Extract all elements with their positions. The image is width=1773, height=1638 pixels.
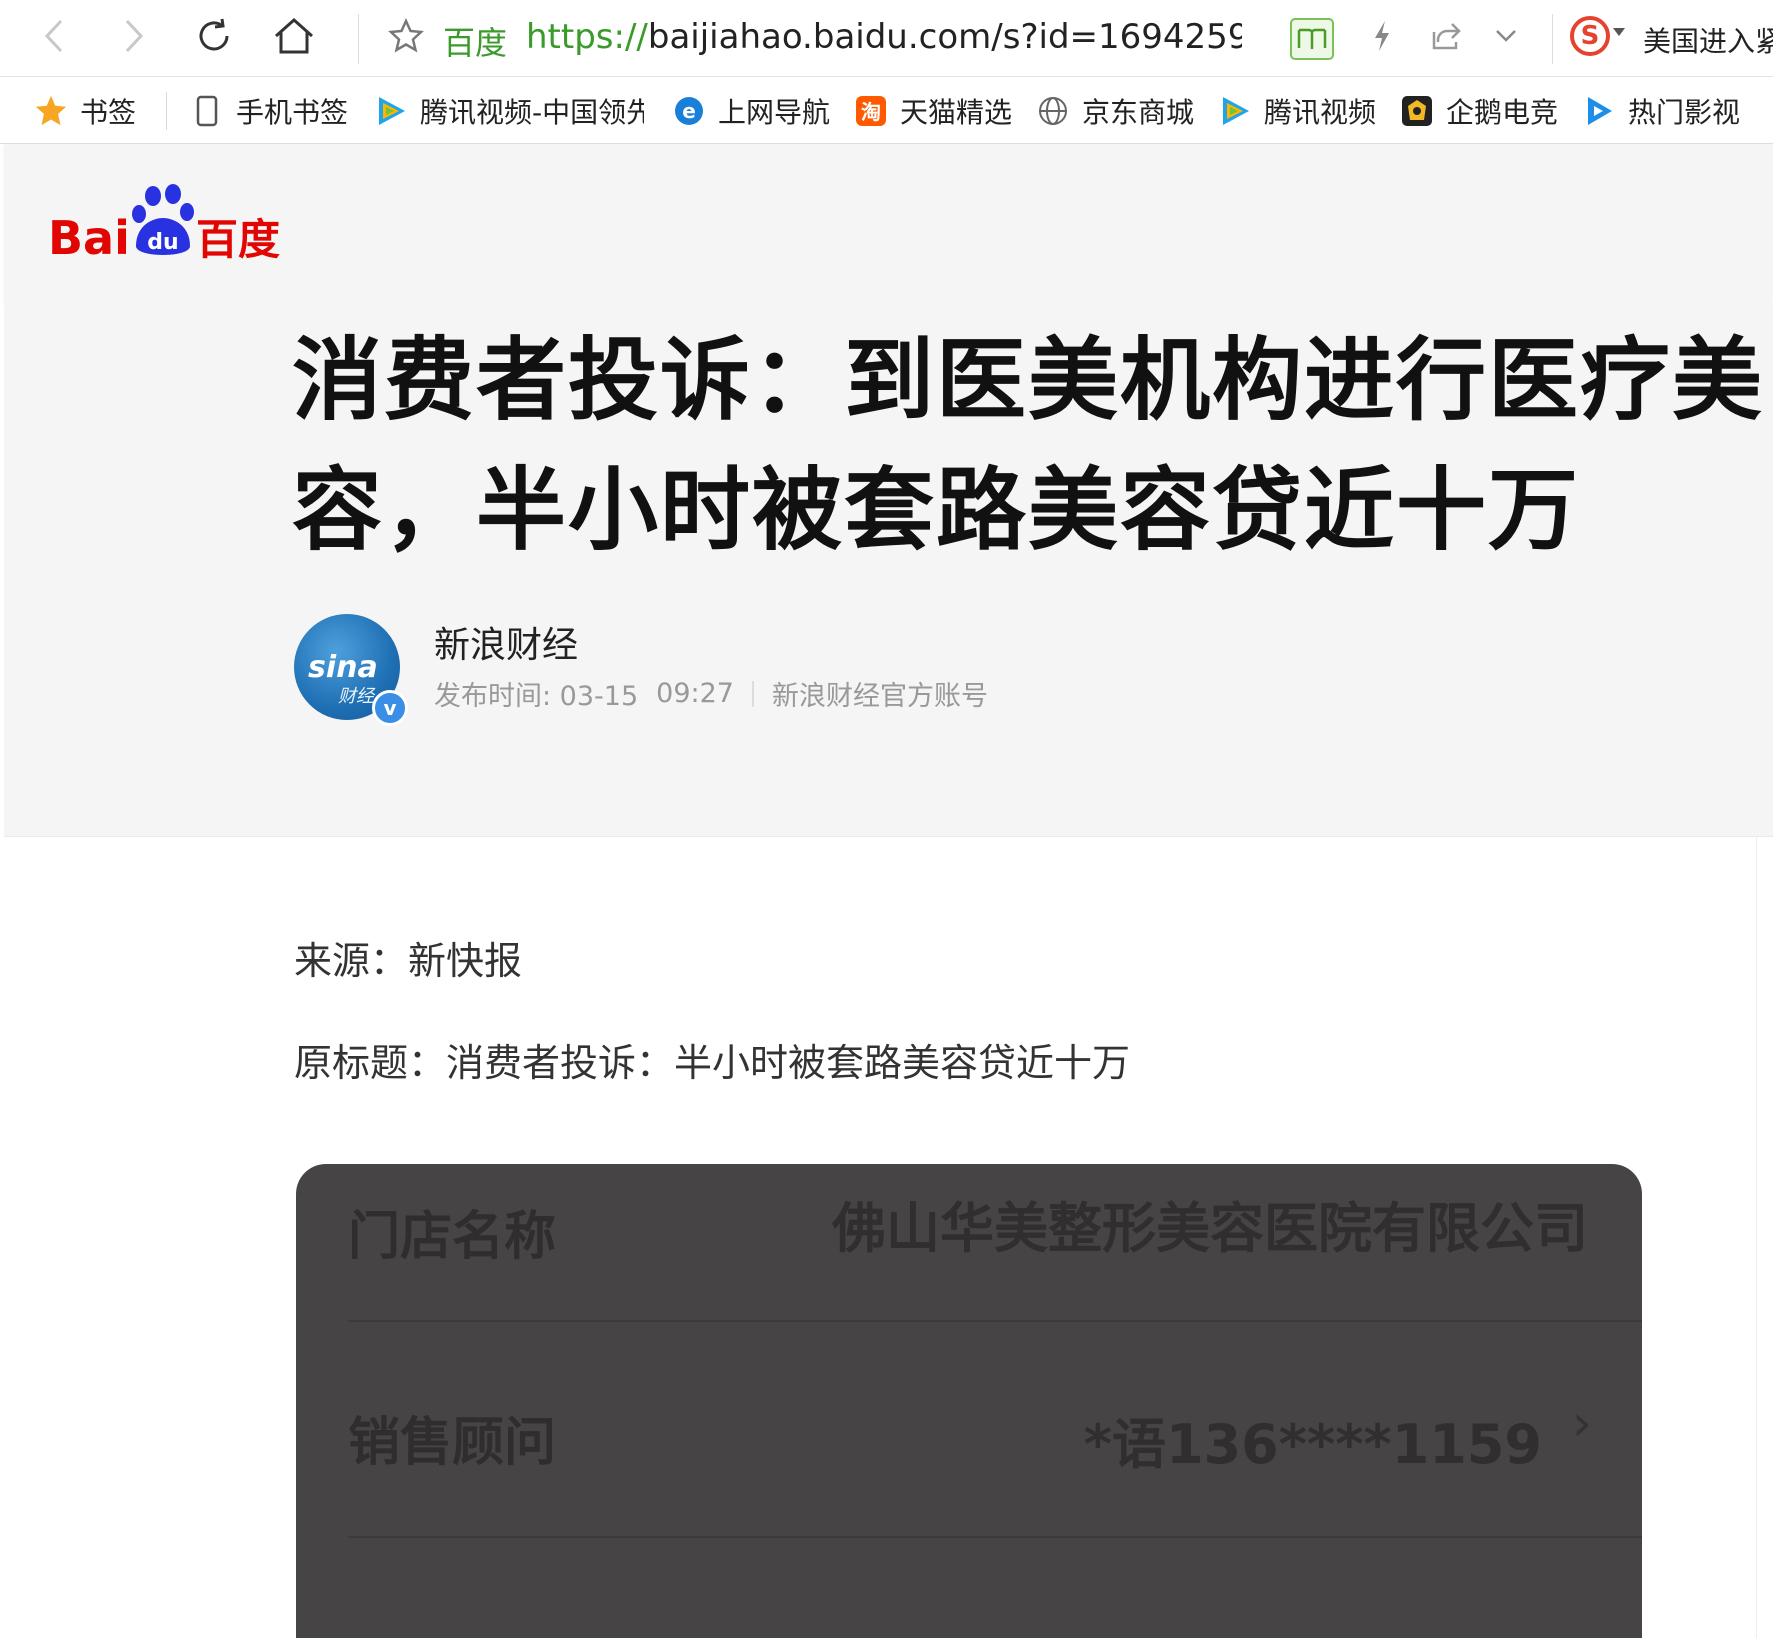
bookmark-label: 腾讯视频 bbox=[1264, 96, 1377, 129]
browser-toolbar: 百度 https://baijiahao.baidu.com/s?id=1694… bbox=[0, 0, 1773, 77]
taobao-icon: 淘 bbox=[854, 94, 888, 128]
avatar-brand-text: sina bbox=[308, 650, 378, 685]
article-meta: 发布时间: 03-15 09:27 新浪财经官方账号 bbox=[434, 674, 988, 713]
baidu-logo-graphic: Bai du 百度 bbox=[48, 184, 280, 265]
play-icon bbox=[1582, 94, 1616, 128]
image-row-label: 门店名称 bbox=[348, 1207, 557, 1267]
publish-date: 发布时间: 03-15 bbox=[434, 681, 639, 712]
url-path: baijiahao.baidu.com/s?id=1694259733499 bbox=[647, 17, 1242, 57]
tencent-video-icon bbox=[374, 94, 408, 128]
bookmark-item[interactable]: 热门影视 bbox=[1582, 91, 1740, 131]
bookmarks-bar: 书签 手机书签 腾讯视频-中国领先 e 上网导航 淘 天猫精选 京东商城 腾讯视 bbox=[0, 77, 1773, 144]
penguin-esports-icon bbox=[1400, 94, 1434, 128]
ie-icon: e bbox=[672, 94, 706, 128]
url-protocol: https:// bbox=[526, 17, 648, 57]
forward-icon[interactable] bbox=[112, 14, 156, 58]
bookmark-label: 手机书签 bbox=[236, 96, 349, 129]
content-right-border bbox=[1756, 836, 1757, 1638]
bookmark-label: 腾讯视频-中国领先 bbox=[420, 96, 644, 129]
svg-text:du: du bbox=[147, 230, 178, 255]
account-description: 新浪财经官方账号 bbox=[771, 681, 988, 712]
tab-title[interactable]: 美国进入紧 bbox=[1643, 20, 1773, 60]
tencent-video-icon bbox=[1218, 94, 1252, 128]
image-row-divider bbox=[348, 1536, 1642, 1538]
svg-text:e: e bbox=[682, 99, 696, 123]
svg-text:Bai: Bai bbox=[48, 211, 130, 262]
sogou-logo-icon[interactable]: S bbox=[1570, 16, 1610, 56]
address-bar-url[interactable]: https://baijiahao.baidu.com/s?id=1694259… bbox=[526, 17, 1242, 57]
sogou-dropdown-caret-icon[interactable] bbox=[1613, 28, 1625, 36]
image-row-value: *语136****1159 bbox=[1083, 1413, 1542, 1476]
svg-text:百度: 百度 bbox=[196, 215, 280, 262]
favorite-star-icon[interactable] bbox=[384, 14, 428, 58]
bookmark-item[interactable]: 淘 天猫精选 bbox=[854, 91, 1012, 131]
phone-icon bbox=[190, 94, 224, 128]
address-site-label[interactable]: 百度 bbox=[443, 18, 507, 64]
article-source: 来源：新快报 bbox=[294, 939, 523, 983]
bookmark-label: 天猫精选 bbox=[900, 96, 1013, 129]
reader-mode-icon[interactable] bbox=[1290, 18, 1334, 60]
author-name[interactable]: 新浪财经 bbox=[434, 616, 578, 668]
svg-text:淘: 淘 bbox=[861, 100, 881, 124]
image-row-label: 销售顾问 bbox=[348, 1413, 557, 1473]
bookmark-overflow-icon bbox=[1762, 94, 1773, 128]
star-icon bbox=[34, 94, 68, 128]
bookmark-overflow-item[interactable] bbox=[1762, 91, 1773, 131]
bookmark-item[interactable]: 书签 bbox=[34, 91, 136, 131]
chevron-right-icon: › bbox=[1572, 1394, 1592, 1452]
bookmark-label: 京东商城 bbox=[1082, 96, 1195, 129]
article-image: 门店名称 佛山华美整形美容医院有限公司 销售顾问 *语136****1159 › bbox=[296, 1164, 1642, 1638]
bookmark-label: 热门影视 bbox=[1628, 96, 1741, 129]
bookmark-item[interactable]: 手机书签 bbox=[190, 91, 348, 131]
back-icon[interactable] bbox=[32, 14, 76, 58]
image-row-value: 佛山华美整形美容医院有限公司 bbox=[832, 1197, 1588, 1260]
globe-icon bbox=[1036, 94, 1070, 128]
article-title: 消费者投诉：到医美机构进行医疗美容，半小时被套路美容贷近十万 bbox=[292, 328, 1764, 563]
baidu-logo[interactable]: Bai du 百度 bbox=[48, 182, 288, 265]
home-icon[interactable] bbox=[272, 14, 316, 58]
share-icon[interactable] bbox=[1424, 14, 1468, 58]
reload-icon[interactable] bbox=[192, 14, 236, 58]
bookmark-item[interactable]: 腾讯视频-中国领先 bbox=[374, 91, 644, 131]
lightning-icon[interactable] bbox=[1360, 14, 1404, 58]
article-original-title: 原标题：消费者投诉：半小时被套路美容贷近十万 bbox=[294, 1041, 1131, 1085]
bookmark-label: 企鹅电竞 bbox=[1446, 96, 1559, 129]
page-header: Bai du 百度 bbox=[4, 144, 1773, 303]
meta-divider bbox=[751, 680, 754, 707]
bookmark-label: 上网导航 bbox=[718, 96, 831, 129]
bookmark-item[interactable]: 腾讯视频 bbox=[1218, 91, 1376, 131]
verified-badge-icon: v bbox=[372, 690, 408, 726]
bookmark-item[interactable]: 企鹅电竞 bbox=[1400, 91, 1558, 131]
publish-time: 09:27 bbox=[656, 678, 734, 709]
bookmark-item[interactable]: e 上网导航 bbox=[672, 91, 830, 131]
bookmark-item[interactable]: 京东商城 bbox=[1036, 91, 1194, 131]
image-row-divider bbox=[348, 1320, 1642, 1322]
bookmark-label: 书签 bbox=[80, 96, 137, 129]
chevron-down-icon[interactable] bbox=[1484, 14, 1528, 58]
avatar-sub-text: 财经 bbox=[338, 686, 374, 707]
